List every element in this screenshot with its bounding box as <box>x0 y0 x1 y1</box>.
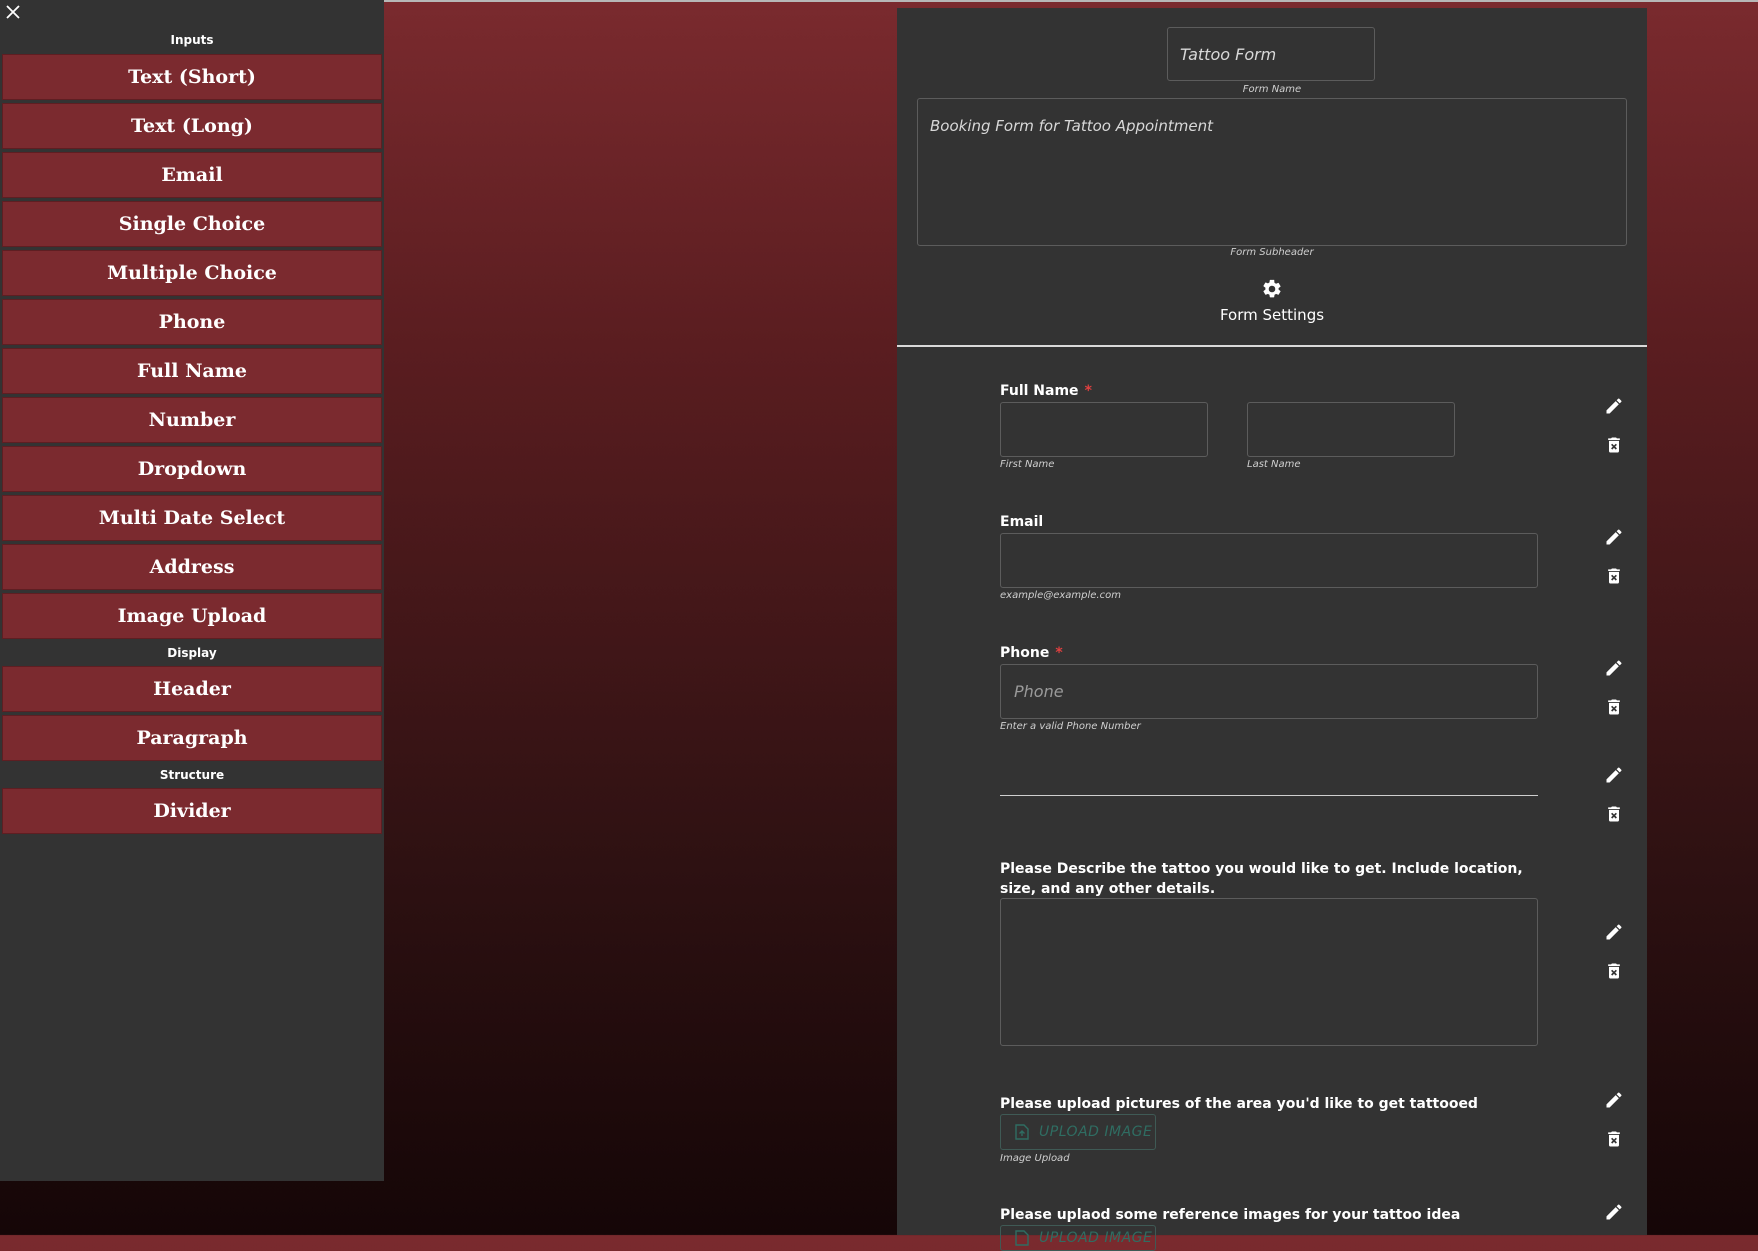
pencil-icon[interactable] <box>1604 658 1624 678</box>
phone-helper: Enter a valid Phone Number <box>1000 721 1141 732</box>
section-title-structure: Structure <box>159 768 225 782</box>
trash-icon[interactable] <box>1604 566 1624 586</box>
pencil-icon[interactable] <box>1604 922 1624 942</box>
add-address-button[interactable]: Address <box>2 544 382 590</box>
email-input[interactable] <box>1000 533 1538 588</box>
upload-ref-field-label: Please uplaod some reference images for … <box>1000 1207 1461 1223</box>
upload-file-icon <box>1015 1124 1029 1140</box>
upload-image-button-label: UPLOAD IMAGE <box>1039 1124 1153 1140</box>
trash-icon[interactable] <box>1604 435 1624 455</box>
pencil-icon[interactable] <box>1604 396 1624 416</box>
pencil-icon[interactable] <box>1604 1090 1624 1110</box>
pencil-icon[interactable] <box>1604 527 1624 547</box>
phone-input[interactable]: Phone <box>1000 664 1538 719</box>
close-icon[interactable] <box>5 4 21 20</box>
add-image-upload-button[interactable]: Image Upload <box>2 593 382 639</box>
required-marker: * <box>1084 383 1092 399</box>
last-name-input[interactable] <box>1247 402 1455 457</box>
add-email-button[interactable]: Email <box>2 152 382 198</box>
required-marker: * <box>1055 645 1063 661</box>
upload-area-field-label: Please upload pictures of the area you'd… <box>1000 1096 1478 1112</box>
pencil-icon[interactable] <box>1604 1202 1624 1222</box>
divider-field <box>1000 795 1538 796</box>
describe-textarea[interactable] <box>1000 898 1538 1046</box>
upload-image-button-label: UPLOAD IMAGE <box>1039 1230 1153 1246</box>
add-full-name-button[interactable]: Full Name <box>2 348 382 394</box>
upload-file-icon <box>1015 1230 1029 1246</box>
add-multi-date-select-button[interactable]: Multi Date Select <box>2 495 382 541</box>
first-name-helper: First Name <box>1000 459 1055 470</box>
upload-image-button[interactable]: UPLOAD IMAGE <box>1000 1114 1156 1150</box>
trash-icon[interactable] <box>1604 1129 1624 1149</box>
add-dropdown-button[interactable]: Dropdown <box>2 446 382 492</box>
describe-field-label: Please Describe the tattoo you would lik… <box>1000 861 1523 897</box>
full-name-field-label: Full Name * <box>1000 383 1092 399</box>
add-paragraph-button[interactable]: Paragraph <box>2 715 382 761</box>
email-field-label: Email <box>1000 514 1044 530</box>
add-text-short-button[interactable]: Text (Short) <box>2 54 382 100</box>
trash-icon[interactable] <box>1604 697 1624 717</box>
section-title-inputs: Inputs <box>170 33 214 47</box>
card-divider <box>897 345 1647 347</box>
add-single-choice-button[interactable]: Single Choice <box>2 201 382 247</box>
phone-label-text: Phone <box>1000 645 1050 661</box>
trash-icon[interactable] <box>1604 961 1624 981</box>
add-multiple-choice-button[interactable]: Multiple Choice <box>2 250 382 296</box>
add-phone-button[interactable]: Phone <box>2 299 382 345</box>
email-helper: example@example.com <box>1000 590 1121 601</box>
pencil-icon[interactable] <box>1604 765 1624 785</box>
upload-image-button[interactable]: UPLOAD IMAGE <box>1000 1225 1156 1251</box>
form-subheader-label: Form Subheader <box>1230 247 1314 258</box>
first-name-input[interactable] <box>1000 402 1208 457</box>
section-title-display: Display <box>167 646 217 660</box>
gear-icon[interactable] <box>1261 278 1283 300</box>
field-palette-sidebar: Inputs Text (Short) Text (Long) Email Si… <box>0 0 384 1181</box>
add-header-button[interactable]: Header <box>2 666 382 712</box>
form-subheader-input[interactable]: Booking Form for Tattoo Appointment <box>917 98 1627 246</box>
form-name-label: Form Name <box>1242 84 1302 95</box>
full-name-label-text: Full Name <box>1000 383 1079 399</box>
trash-icon[interactable] <box>1604 804 1624 824</box>
last-name-helper: Last Name <box>1247 459 1301 470</box>
form-builder-card: Tattoo Form Form Name Booking Form for T… <box>897 8 1647 1251</box>
phone-field-label: Phone * <box>1000 645 1063 661</box>
form-name-input[interactable]: Tattoo Form <box>1167 27 1375 81</box>
upload-area-helper: Image Upload <box>1000 1153 1070 1164</box>
form-settings-label[interactable]: Form Settings <box>897 306 1647 324</box>
add-divider-button[interactable]: Divider <box>2 788 382 834</box>
add-text-long-button[interactable]: Text (Long) <box>2 103 382 149</box>
add-number-button[interactable]: Number <box>2 397 382 443</box>
